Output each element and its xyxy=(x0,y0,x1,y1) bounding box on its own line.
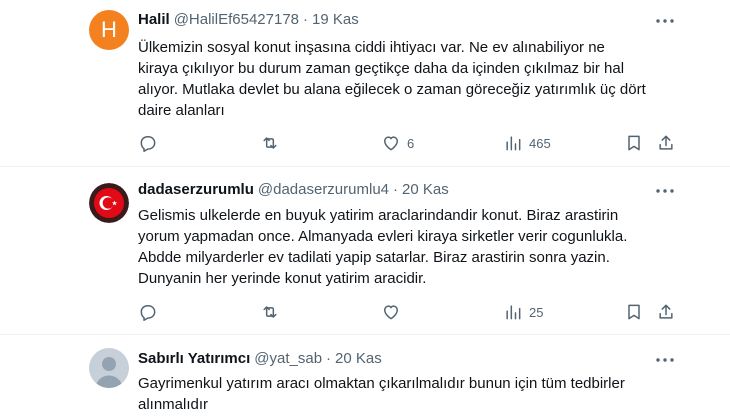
views-icon xyxy=(506,136,521,151)
views-count: 25 xyxy=(529,304,544,320)
retweet-button[interactable] xyxy=(260,132,280,154)
tweet[interactable]: dadaserzurumlu @dadaserzurumlu4 · 20 Kas… xyxy=(0,167,730,334)
views-button[interactable]: 25 xyxy=(503,301,543,323)
more-icon[interactable] xyxy=(656,12,674,30)
retweet-icon xyxy=(263,306,277,318)
reply-icon xyxy=(140,136,156,152)
author-handle[interactable]: @yat_sab xyxy=(254,350,322,367)
tweet-text-line: Dunyanin her yerinde konut yatirim araci… xyxy=(138,270,427,287)
share-icon xyxy=(659,135,673,150)
reply-icon xyxy=(140,305,156,321)
bookmark-icon xyxy=(628,135,640,151)
tweet-actions: 6 465 xyxy=(138,132,678,154)
author-handle[interactable]: @dadaserzurumlu4 xyxy=(258,181,389,198)
like-icon xyxy=(384,136,398,151)
separator-dot: · xyxy=(326,349,332,367)
separator-dot: · xyxy=(303,10,308,28)
tweet-header: Sabırlı Yatırımcı @yat_sab · 20 Kas xyxy=(138,348,382,368)
retweet-icon xyxy=(263,137,277,149)
bookmark-button[interactable] xyxy=(624,301,644,323)
tweet[interactable]: H Halil @HalilEf65427178 · 19 Kas Ülkemi… xyxy=(0,0,730,166)
views-icon xyxy=(506,305,521,320)
flag-avatar-icon xyxy=(89,183,129,223)
tweet-text-line: alınmalıdır xyxy=(138,396,209,413)
tweet-text-line: Gelismis ulkelerde en buyuk yatirim arac… xyxy=(138,207,619,224)
tweet-date[interactable]: 19 Kas xyxy=(312,11,359,28)
tweet-date[interactable]: 20 Kas xyxy=(335,350,382,367)
retweet-button[interactable] xyxy=(260,301,280,323)
tweet-text: Ülkemizin sosyal konut inşasına ciddi ih… xyxy=(138,37,698,121)
avatar-letter: H xyxy=(101,17,117,42)
like-count: 6 xyxy=(407,135,415,151)
author-name[interactable]: Halil xyxy=(138,11,170,28)
separator-dot: · xyxy=(393,180,399,198)
like-button[interactable]: 6 xyxy=(381,132,414,154)
tweet-header: Halil @HalilEf65427178 · 19 Kas xyxy=(138,9,359,29)
reply-button[interactable] xyxy=(138,301,158,323)
tweet-text-line: Abdde milyarderler ev tadilati yapip sat… xyxy=(138,249,610,266)
more-icon[interactable] xyxy=(656,351,674,369)
tweet-text-line: alıyor. Mutlaka devlet bu alana eğilecek… xyxy=(138,81,646,98)
avatar[interactable] xyxy=(89,183,129,223)
reply-button[interactable] xyxy=(138,132,158,154)
tweet-text: Gayrimenkul yatırım aracı olmaktan çıkar… xyxy=(138,373,698,415)
more-icon[interactable] xyxy=(656,182,674,200)
share-icon xyxy=(659,304,673,319)
default-avatar-icon xyxy=(89,348,129,388)
author-name[interactable]: Sabırlı Yatırımcı xyxy=(138,350,250,367)
tweet-header: dadaserzurumlu @dadaserzurumlu4 · 20 Kas xyxy=(138,179,449,199)
tweet[interactable]: Sabırlı Yatırımcı @yat_sab · 20 Kas Gayr… xyxy=(0,335,730,420)
author-handle[interactable]: @HalilEf65427178 xyxy=(174,11,299,28)
like-button[interactable] xyxy=(381,301,401,323)
tweet-text-line: yorum yapmadan once. Almanyada evleri ki… xyxy=(138,228,628,245)
tweet-text: Gelismis ulkelerde en buyuk yatirim arac… xyxy=(138,205,698,289)
tweet-text-line: kiraya çıkılıyor bu durum zaman geçtikçe… xyxy=(138,60,625,77)
tweet-date[interactable]: 20 Kas xyxy=(402,181,449,198)
share-button[interactable] xyxy=(656,132,676,154)
views-button[interactable]: 465 xyxy=(503,132,551,154)
avatar[interactable] xyxy=(89,348,129,388)
like-icon xyxy=(384,305,398,320)
avatar[interactable]: H xyxy=(89,10,129,50)
bookmark-button[interactable] xyxy=(624,132,644,154)
tweet-text-line: daire alanları xyxy=(138,102,225,119)
tweet-text-line: Ülkemizin sosyal konut inşasına ciddi ih… xyxy=(138,39,605,56)
bookmark-icon xyxy=(628,304,640,320)
share-button[interactable] xyxy=(656,301,676,323)
tweet-text-line: Gayrimenkul yatırım aracı olmaktan çıkar… xyxy=(138,375,625,392)
tweet-actions: 25 xyxy=(138,301,678,323)
author-name[interactable]: dadaserzurumlu xyxy=(138,181,254,198)
views-count: 465 xyxy=(529,135,551,151)
